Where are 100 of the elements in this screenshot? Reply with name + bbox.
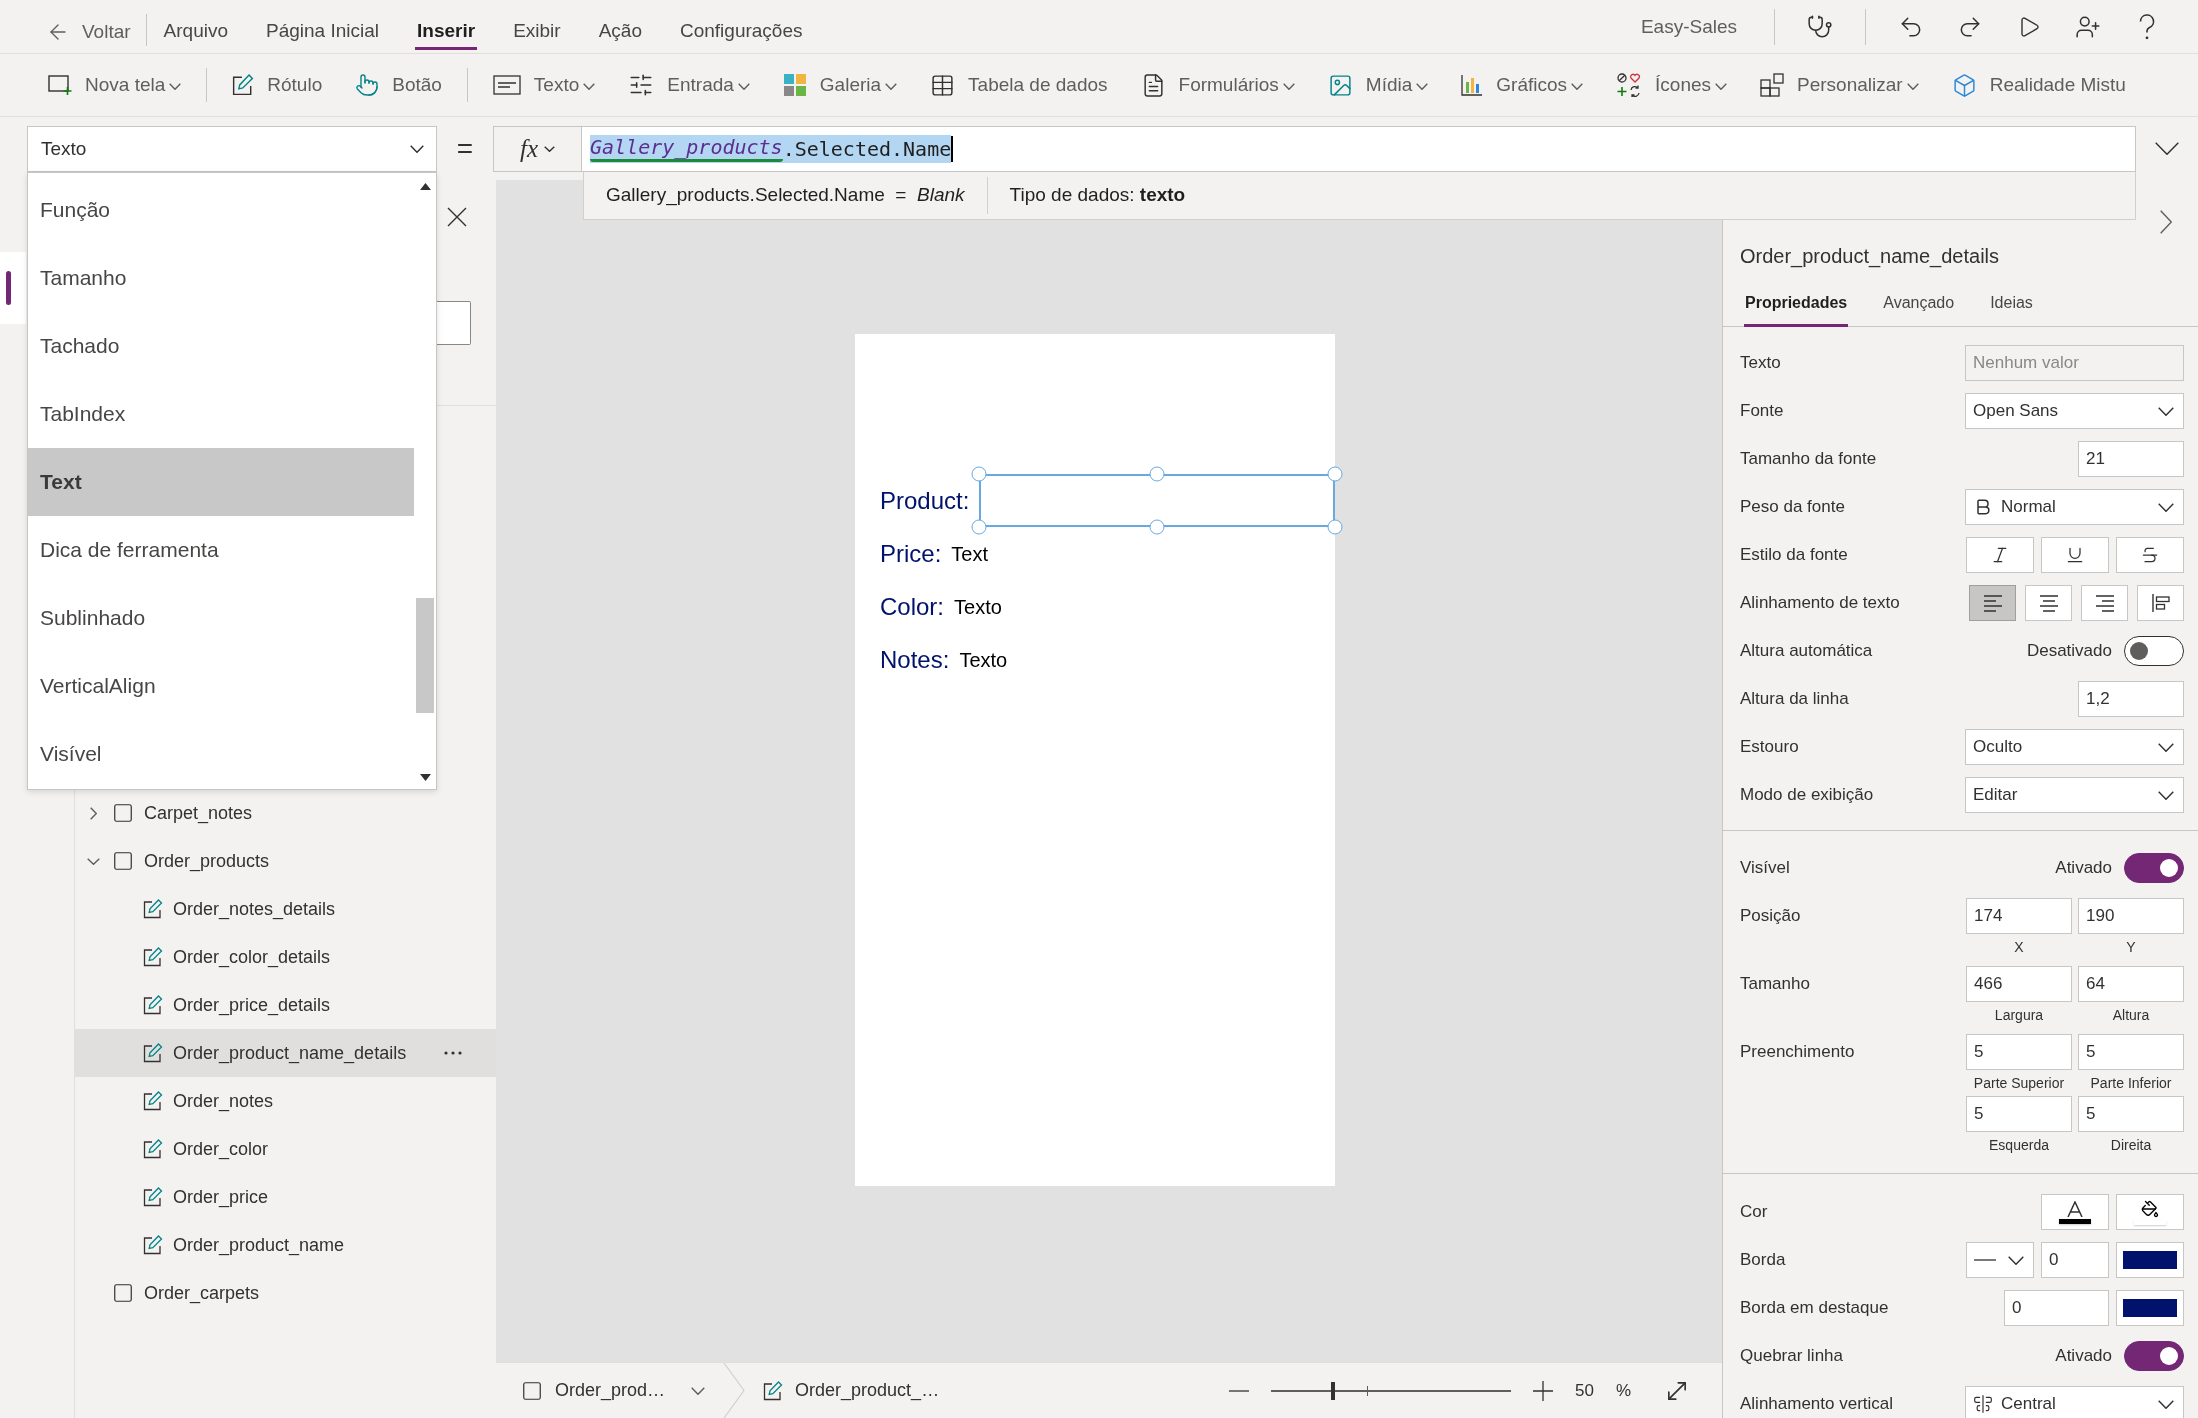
- font-weight-dropdown[interactable]: Normal: [1965, 489, 2184, 525]
- number-input[interactable]: 5: [1966, 1096, 2072, 1132]
- color-picker-button[interactable]: [2116, 1242, 2184, 1278]
- menu-tab[interactable]: Página Inicial: [264, 0, 382, 50]
- number-input[interactable]: 0: [2041, 1242, 2109, 1278]
- toggle-switch[interactable]: [2124, 853, 2184, 883]
- number-input[interactable]: 466: [1966, 966, 2072, 1002]
- chevron-right-icon[interactable]: [2160, 210, 2172, 234]
- formula-input[interactable]: Gallery_products.Selected.Name: [581, 125, 2136, 172]
- scroll-up-icon[interactable]: [419, 183, 431, 190]
- help-icon[interactable]: [2139, 14, 2155, 40]
- chevron-down-icon[interactable]: [86, 857, 100, 865]
- tree-item[interactable]: Order_price: [75, 1173, 496, 1221]
- align-button[interactable]: [2137, 585, 2184, 621]
- property-option[interactable]: Função: [28, 176, 414, 244]
- zoom-in-icon[interactable]: [1532, 1380, 1553, 1401]
- rail-item[interactable]: [0, 252, 26, 324]
- toggle-switch[interactable]: [2124, 1341, 2184, 1371]
- tree-item[interactable]: Order_product_name_details: [75, 1029, 496, 1077]
- tree-item[interactable]: Carpet_notes: [75, 789, 496, 837]
- toolbar-button[interactable]: Realidade Mistu: [1943, 63, 2134, 107]
- panel-tab[interactable]: Ideias: [1989, 282, 2034, 327]
- stethoscope-icon[interactable]: [1807, 14, 1833, 40]
- back-button[interactable]: Voltar: [46, 0, 131, 50]
- property-option[interactable]: Sublinhado: [28, 584, 414, 652]
- toolbar-button[interactable]: Nova tela: [40, 63, 190, 107]
- toggle-switch[interactable]: [2124, 636, 2184, 666]
- menu-tab[interactable]: Inserir: [415, 0, 478, 50]
- resize-handle[interactable]: [1327, 519, 1343, 535]
- property-option[interactable]: VerticalAlign: [28, 652, 414, 720]
- resize-handle[interactable]: [971, 466, 987, 482]
- screen-dropdown[interactable]: Order_prod…: [521, 1379, 706, 1402]
- chevron-down-icon[interactable]: [2155, 142, 2179, 155]
- fx-button[interactable]: fx: [493, 125, 581, 172]
- color-picker-button[interactable]: [2116, 1290, 2184, 1326]
- property-option[interactable]: Text: [28, 448, 414, 516]
- dropdown[interactable]: Editar: [1965, 777, 2184, 813]
- font-style-button[interactable]: [2116, 537, 2184, 573]
- zoom-slider-thumb[interactable]: [1331, 1381, 1336, 1400]
- number-input[interactable]: 190: [2078, 898, 2184, 934]
- control-breadcrumb[interactable]: Order_product_…: [763, 1380, 940, 1401]
- toolbar-button[interactable]: Gráficos: [1453, 63, 1592, 107]
- tree-item[interactable]: Order_color: [75, 1125, 496, 1173]
- toolbar-button[interactable]: Botão: [347, 63, 450, 107]
- number-input[interactable]: 1,2: [2078, 681, 2184, 717]
- align-button[interactable]: [2081, 585, 2128, 621]
- text-color-button[interactable]: [2041, 1194, 2109, 1230]
- number-input[interactable]: 5: [1966, 1034, 2072, 1070]
- resize-handle[interactable]: [1149, 519, 1165, 535]
- property-option[interactable]: Tachado: [28, 312, 414, 380]
- text-input[interactable]: Nenhum valor: [1965, 345, 2184, 381]
- toolbar-button[interactable]: Galeria: [774, 63, 906, 107]
- dropdown[interactable]: Oculto: [1965, 729, 2184, 765]
- chevron-right-icon[interactable]: [89, 806, 97, 820]
- toolbar-button[interactable]: Entrada: [620, 63, 758, 107]
- tree-item[interactable]: Order_product_name: [75, 1221, 496, 1269]
- number-input[interactable]: 5: [2078, 1096, 2184, 1132]
- align-button[interactable]: [1969, 585, 2016, 621]
- toolbar-button[interactable]: Mídia: [1319, 63, 1437, 107]
- property-option[interactable]: TabIndex: [28, 380, 414, 448]
- property-dropdown[interactable]: Texto: [27, 125, 437, 172]
- toolbar-button[interactable]: Formulários: [1132, 63, 1303, 107]
- toolbar-button[interactable]: Rótulo: [224, 63, 331, 107]
- toolbar-button[interactable]: Personalizar: [1752, 63, 1927, 107]
- menu-tab[interactable]: Exibir: [511, 0, 563, 50]
- dropdown[interactable]: Open Sans: [1965, 393, 2184, 429]
- font-style-button[interactable]: [2041, 537, 2109, 573]
- number-input[interactable]: 64: [2078, 966, 2184, 1002]
- add-user-icon[interactable]: [2075, 14, 2101, 40]
- property-option[interactable]: Tamanho: [28, 244, 414, 312]
- property-option[interactable]: Visível: [28, 720, 414, 788]
- property-option[interactable]: Dica de ferramenta: [28, 516, 414, 584]
- resize-handle[interactable]: [971, 519, 987, 535]
- search-field[interactable]: [437, 301, 471, 345]
- number-input[interactable]: 174: [1966, 898, 2072, 934]
- vertical-align-dropdown[interactable]: Central: [1965, 1386, 2184, 1418]
- number-input[interactable]: 5: [2078, 1034, 2184, 1070]
- tree-item[interactable]: Order_notes_details: [75, 885, 496, 933]
- menu-tab[interactable]: Ação: [596, 0, 644, 50]
- panel-tab[interactable]: Avançado: [1882, 282, 1956, 327]
- more-options-icon[interactable]: [444, 1051, 462, 1055]
- toolbar-button[interactable]: Texto: [484, 63, 604, 107]
- toolbar-button[interactable]: Tabela de dados: [922, 63, 1116, 107]
- toolbar-button[interactable]: Ícones: [1608, 63, 1736, 107]
- scroll-down-icon[interactable]: [419, 774, 431, 781]
- tree-item[interactable]: Order_carpets: [75, 1269, 496, 1317]
- resize-handle[interactable]: [1149, 466, 1165, 482]
- border-style-dropdown[interactable]: [1966, 1242, 2034, 1278]
- tree-item[interactable]: Order_color_details: [75, 933, 496, 981]
- resize-handle[interactable]: [1327, 466, 1343, 482]
- tree-item[interactable]: Order_products: [75, 837, 496, 885]
- tree-item[interactable]: Order_price_details: [75, 981, 496, 1029]
- tree-item[interactable]: Order_notes: [75, 1077, 496, 1125]
- menu-tab[interactable]: Arquivo: [161, 0, 230, 50]
- menu-tab[interactable]: Configurações: [677, 0, 805, 50]
- fill-color-button[interactable]: [2116, 1194, 2184, 1230]
- close-icon[interactable]: [447, 207, 467, 227]
- number-input[interactable]: 21: [2078, 441, 2184, 477]
- align-button[interactable]: [2025, 585, 2072, 621]
- number-input[interactable]: 0: [2004, 1290, 2109, 1326]
